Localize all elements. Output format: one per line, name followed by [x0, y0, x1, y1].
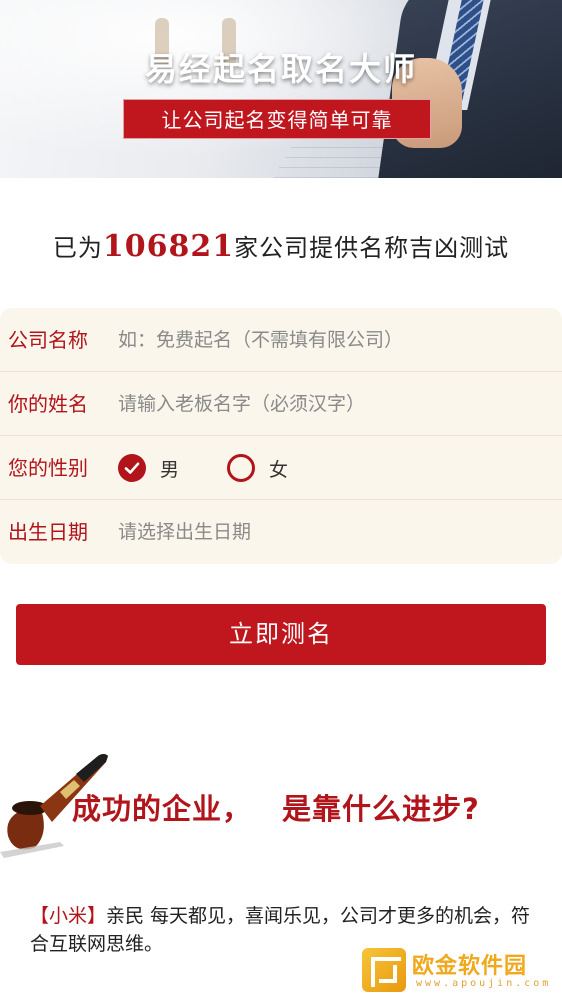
watermark-url: www.apoujin.com [416, 978, 552, 989]
watermark-logo-icon [362, 948, 406, 992]
birthdate-label: 出生日期 [8, 520, 88, 544]
boss-name-input[interactable] [118, 384, 538, 424]
stats-suffix: 家公司提供名称吉凶测试 [234, 234, 510, 262]
name-label: 你的姓名 [8, 392, 88, 416]
stats-line: 已为106821家公司提供名称吉凶测试 [0, 228, 562, 264]
gender-row: 您的性别 男 女 [0, 436, 562, 500]
gender-radio-female[interactable]: 女 [227, 452, 288, 484]
birthdate-row: 出生日期 请选择出生日期 [0, 500, 562, 564]
naming-form: 公司名称 你的姓名 您的性别 男 女 出生日期 请选择出生日期 [0, 308, 562, 564]
hero-banner: 易经起名取名大师 让公司起名变得简单可靠 [0, 0, 562, 178]
name-row: 你的姓名 [0, 372, 562, 436]
site-watermark: 欧金软件园 www.apoujin.com [362, 948, 558, 996]
gender-radio-male[interactable]: 男 [118, 452, 179, 484]
gender-female-label: 女 [269, 458, 289, 481]
banner-title: 易经起名取名大师 [144, 50, 417, 88]
check-circle-icon [118, 454, 146, 482]
banner-subtitle: 让公司起名变得简单可靠 [123, 99, 431, 139]
company-label: 公司名称 [8, 328, 88, 352]
radio-circle-icon [227, 454, 255, 482]
stats-prefix: 已为 [52, 234, 103, 262]
section-title: 成功的企业， 是靠什么进步? [72, 786, 480, 828]
section-title-part2: 是靠什么进步? [282, 792, 480, 826]
paragraph-tag: 【小米】 [30, 905, 107, 927]
submit-button[interactable]: 立即测名 [16, 604, 546, 665]
company-row: 公司名称 [0, 308, 562, 372]
stats-count: 106821 [102, 229, 235, 264]
watermark-text: 欧金软件园 [412, 954, 528, 979]
gender-male-label: 男 [160, 458, 180, 481]
company-name-input[interactable] [118, 320, 538, 360]
gender-label: 您的性别 [8, 456, 88, 480]
birthdate-picker[interactable]: 请选择出生日期 [118, 500, 251, 564]
section-title-part1: 成功的企业， [72, 792, 253, 826]
